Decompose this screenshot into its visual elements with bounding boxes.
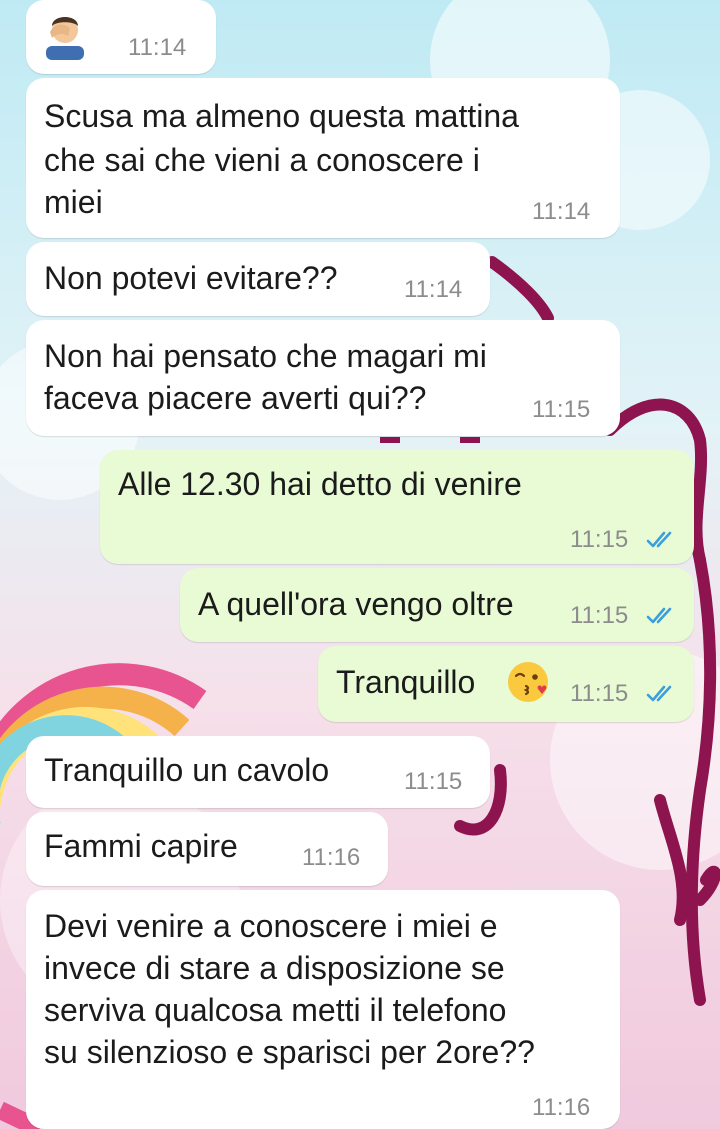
facepalm-emoji-icon bbox=[46, 17, 84, 60]
message-bubble-outgoing[interactable]: A quell'ora vengo oltre 11:15 bbox=[180, 568, 694, 642]
message-text-line: Scusa ma almeno questa mattina bbox=[44, 98, 519, 134]
message-time: 11:15 bbox=[570, 602, 629, 629]
message-bubble-incoming[interactable]: Scusa ma almeno questa mattina che sai c… bbox=[26, 78, 620, 238]
message-text-line: Non hai pensato che magari mi bbox=[44, 338, 487, 374]
message-text-line: Tranquillo bbox=[336, 664, 476, 700]
message-bubble-outgoing[interactable]: Tranquillo 11:15 bbox=[318, 646, 694, 722]
message-text-line: che sai che vieni a conoscere i bbox=[44, 142, 480, 178]
message-time: 11:14 bbox=[404, 276, 463, 303]
message-bubble-incoming[interactable]: Devi venire a conoscere i miei e invece … bbox=[26, 890, 620, 1129]
message-text-line: Fammi capire bbox=[44, 828, 238, 864]
message-bubble-incoming[interactable]: Fammi capire 11:16 bbox=[26, 812, 388, 886]
read-receipt-icon bbox=[646, 607, 672, 624]
message-text-line: serviva qualcosa metti il telefono bbox=[44, 992, 507, 1028]
message-time: 11:16 bbox=[302, 844, 361, 871]
message-time: 11:14 bbox=[532, 198, 591, 225]
message-time: 11:16 bbox=[532, 1094, 591, 1121]
message-bubble-incoming[interactable]: Non hai pensato che magari mi faceva pia… bbox=[26, 320, 620, 436]
message-text-line: Tranquillo un cavolo bbox=[44, 752, 330, 788]
message-bubble-incoming[interactable]: Tranquillo un cavolo 11:15 bbox=[26, 736, 490, 808]
message-text-line: A quell'ora vengo oltre bbox=[198, 586, 514, 622]
message-time: 11:14 bbox=[128, 34, 187, 61]
read-receipt-icon bbox=[646, 531, 672, 548]
read-receipt-icon bbox=[646, 685, 672, 702]
message-text-line: su silenzioso e sparisci per 2ore?? bbox=[44, 1034, 535, 1070]
message-time: 11:15 bbox=[570, 680, 629, 707]
message-time: 11:15 bbox=[570, 526, 629, 553]
message-text-line: faceva piacere averti qui?? bbox=[44, 380, 427, 416]
message-text-line: Alle 12.30 hai detto di venire bbox=[118, 466, 522, 502]
message-time: 11:15 bbox=[404, 768, 463, 795]
message-bubble-incoming[interactable]: Non potevi evitare?? 11:14 bbox=[26, 242, 490, 316]
message-bubble-incoming[interactable]: 11:14 bbox=[26, 0, 216, 74]
message-text-line: Devi venire a conoscere i miei e bbox=[44, 908, 498, 944]
message-text-line: invece di stare a disposizione se bbox=[44, 950, 505, 986]
message-text-line: miei bbox=[44, 184, 103, 220]
message-time: 11:15 bbox=[532, 396, 591, 423]
message-bubble-outgoing[interactable]: Alle 12.30 hai detto di venire 11:15 bbox=[100, 450, 694, 564]
message-text-line: Non potevi evitare?? bbox=[44, 260, 338, 296]
kissing-face-emoji-icon bbox=[508, 662, 548, 702]
